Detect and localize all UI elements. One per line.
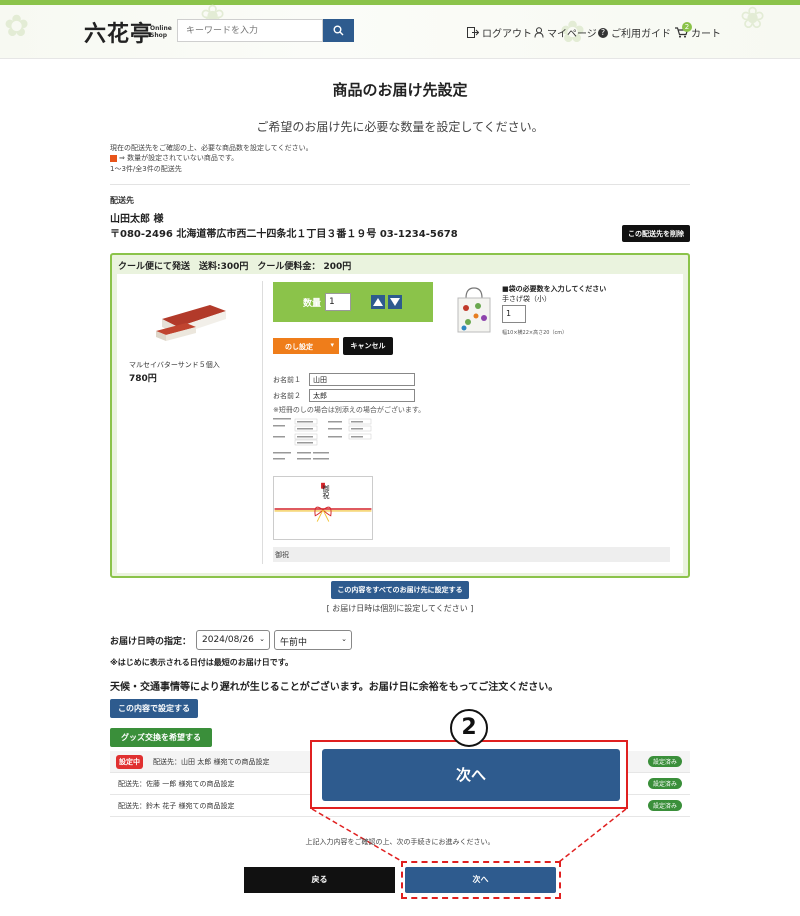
step-number-marker: 2 [450,709,488,747]
next-button[interactable]: 次へ [405,867,556,893]
next-button-zoomed[interactable]: 次へ [322,749,620,801]
zoomed-next-callout: 次へ [310,740,628,809]
back-button[interactable]: 戻る [244,867,395,893]
footer-note: 上記入力内容をご確認の上、次の手続きにお進みください。 [305,838,495,846]
